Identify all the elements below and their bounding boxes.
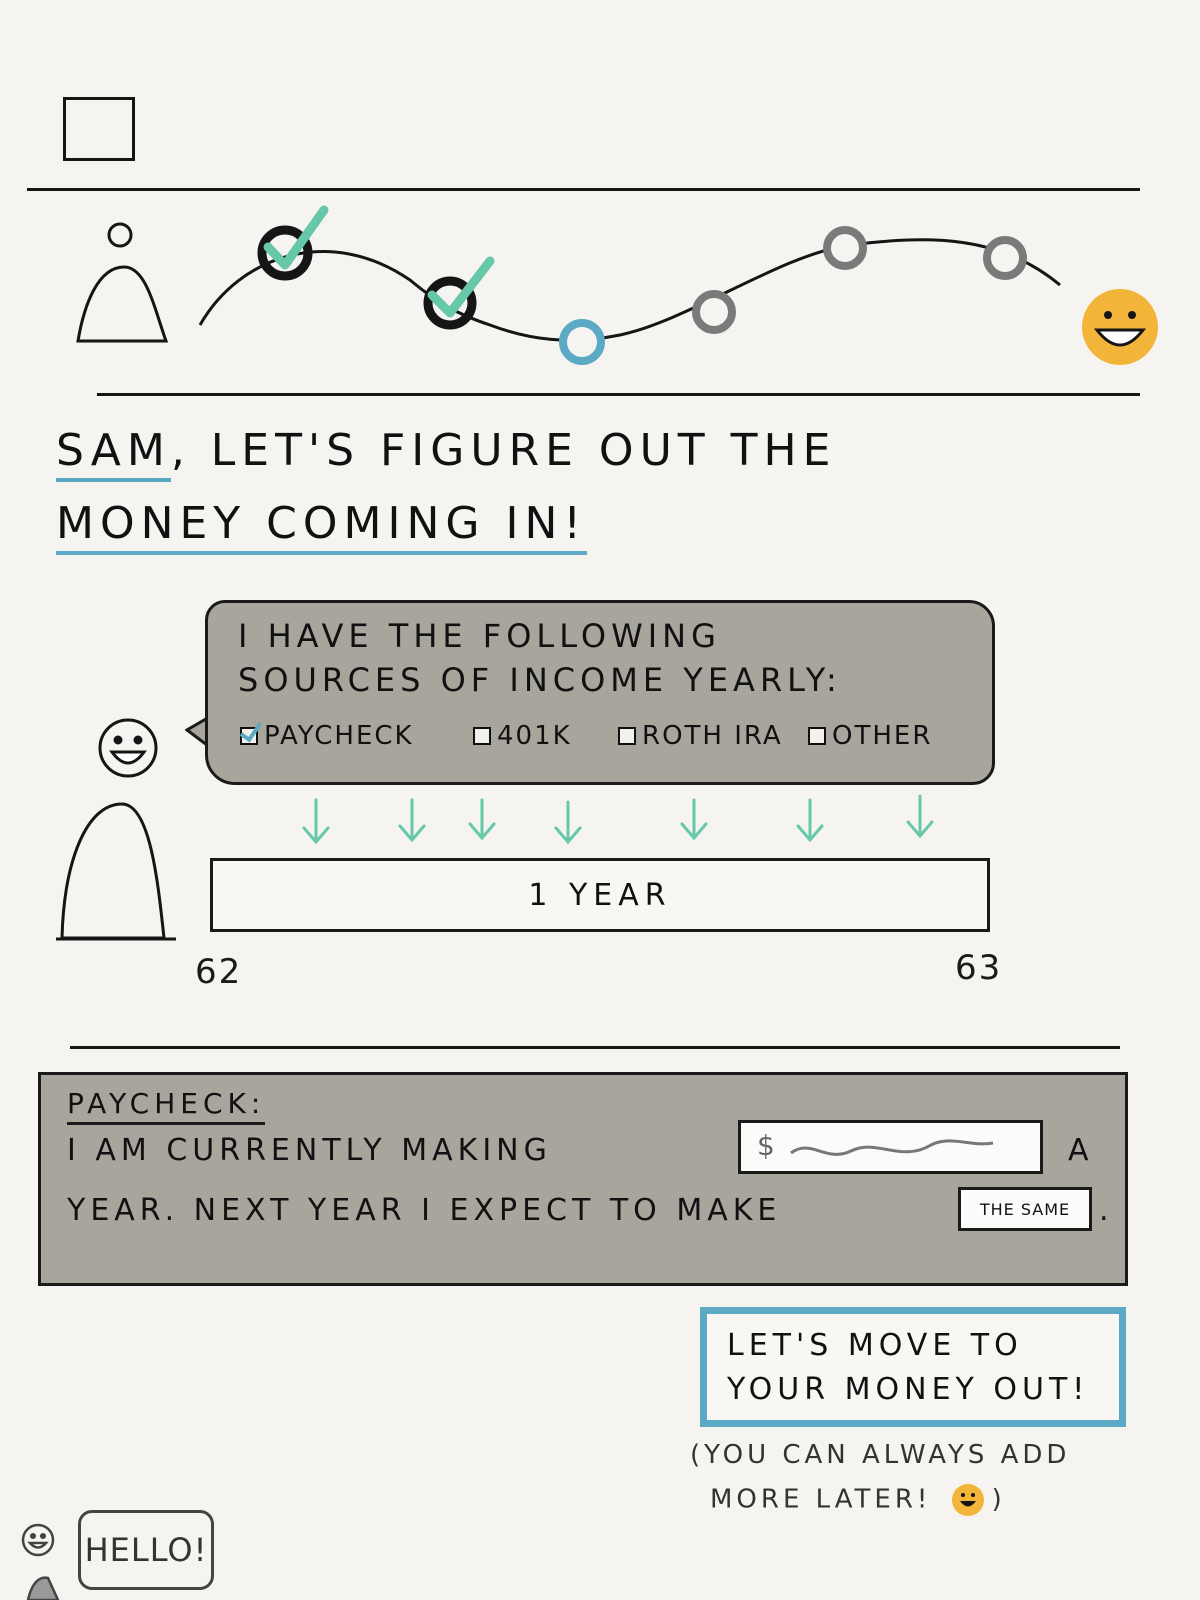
401k-checkbox[interactable]	[473, 727, 491, 745]
expectation-select[interactable]: The same	[958, 1187, 1092, 1231]
reassurance-note-line-1: (You can always add	[690, 1440, 1071, 1470]
paycheck-line-2-end: .	[1099, 1193, 1114, 1228]
year-timeline-bar: 1 Year	[210, 858, 990, 932]
user-name: Sam	[56, 425, 171, 482]
option-roth-ira[interactable]: Roth IRA	[618, 721, 783, 751]
start-age: 62	[195, 952, 243, 992]
step-3-current[interactable]	[559, 319, 605, 365]
paycheck-line-1-end: a	[1068, 1133, 1094, 1168]
paycheck-label: Paycheck	[264, 721, 414, 751]
income-flow-arrows	[302, 794, 934, 845]
roth-ira-label: Roth IRA	[642, 721, 783, 751]
step-5-upcoming[interactable]	[823, 226, 867, 270]
user-speaking-figure	[56, 718, 176, 941]
assistant-greeting-bubble[interactable]: Hello!	[78, 1510, 214, 1590]
other-label: Other	[832, 721, 933, 751]
bubble-line-2: sources of income yearly:	[238, 661, 842, 699]
option-401k[interactable]: 401k	[473, 721, 572, 751]
roth-ira-checkbox[interactable]	[618, 727, 636, 745]
reassurance-note-line-2: more later! )	[710, 1482, 1006, 1518]
step-6-upcoming[interactable]	[983, 236, 1027, 280]
paycheck-line-1: I am currently making	[67, 1133, 552, 1168]
page-heading: Sam, let's figure out the	[56, 425, 837, 482]
heading-line-1: , let's figure out the	[170, 425, 837, 476]
progress-divider	[97, 393, 1140, 396]
step-1-done[interactable]	[257, 205, 329, 281]
note-close: )	[991, 1484, 1006, 1515]
user-figure-icon	[76, 222, 169, 343]
smiley-face-icon	[1082, 289, 1158, 365]
next-button-line-1: Let's move to	[727, 1328, 1023, 1363]
scribble-placeholder-icon	[790, 1139, 994, 1156]
progress-tracker	[76, 205, 1158, 365]
step-2-done[interactable]	[423, 256, 495, 330]
other-checkbox[interactable]	[808, 727, 826, 745]
401k-label: 401k	[497, 721, 572, 751]
paycheck-title: Paycheck:	[67, 1087, 266, 1125]
arrow-down-icon	[398, 798, 426, 843]
income-sources-bubble: I have the following sources of income y…	[205, 600, 995, 785]
step-4-upcoming[interactable]	[692, 290, 736, 334]
top-divider	[27, 188, 1140, 191]
note-line-2-text: more later!	[710, 1484, 932, 1515]
arrow-down-icon	[468, 798, 496, 841]
end-age: 63	[955, 948, 1003, 988]
paycheck-line-2: year. Next year I expect to make	[67, 1193, 782, 1228]
bubble-line-1: I have the following	[238, 617, 721, 655]
smiley-face-icon	[951, 1484, 984, 1516]
progress-path	[198, 238, 1061, 342]
arrow-down-icon	[302, 798, 330, 845]
assistant-body-icon	[26, 1576, 60, 1600]
heading-line-2: money coming in!	[56, 498, 587, 555]
arrow-down-icon	[680, 798, 708, 841]
section-divider	[70, 1046, 1120, 1049]
next-section-button[interactable]: Let's move to your money out!	[700, 1307, 1126, 1427]
paycheck-panel: Paycheck: I am currently making $ a year…	[38, 1072, 1128, 1286]
arrow-down-icon	[796, 798, 824, 843]
next-button-line-2: your money out!	[727, 1372, 1090, 1407]
page-subheading: money coming in!	[56, 498, 587, 555]
paycheck-checkbox[interactable]	[240, 727, 258, 745]
arrow-down-icon	[906, 794, 934, 839]
app-logo[interactable]	[63, 97, 135, 161]
year-bar-label: 1 Year	[528, 877, 672, 913]
salary-input[interactable]: $	[738, 1120, 1043, 1174]
smiley-face-icon	[21, 1523, 55, 1557]
assistant-avatar[interactable]	[14, 1520, 74, 1600]
smiley-face-icon	[98, 718, 158, 778]
option-paycheck[interactable]: Paycheck	[240, 721, 414, 751]
option-other[interactable]: Other	[808, 721, 932, 751]
user-body-icon	[60, 802, 166, 940]
arrow-down-icon	[554, 800, 582, 845]
